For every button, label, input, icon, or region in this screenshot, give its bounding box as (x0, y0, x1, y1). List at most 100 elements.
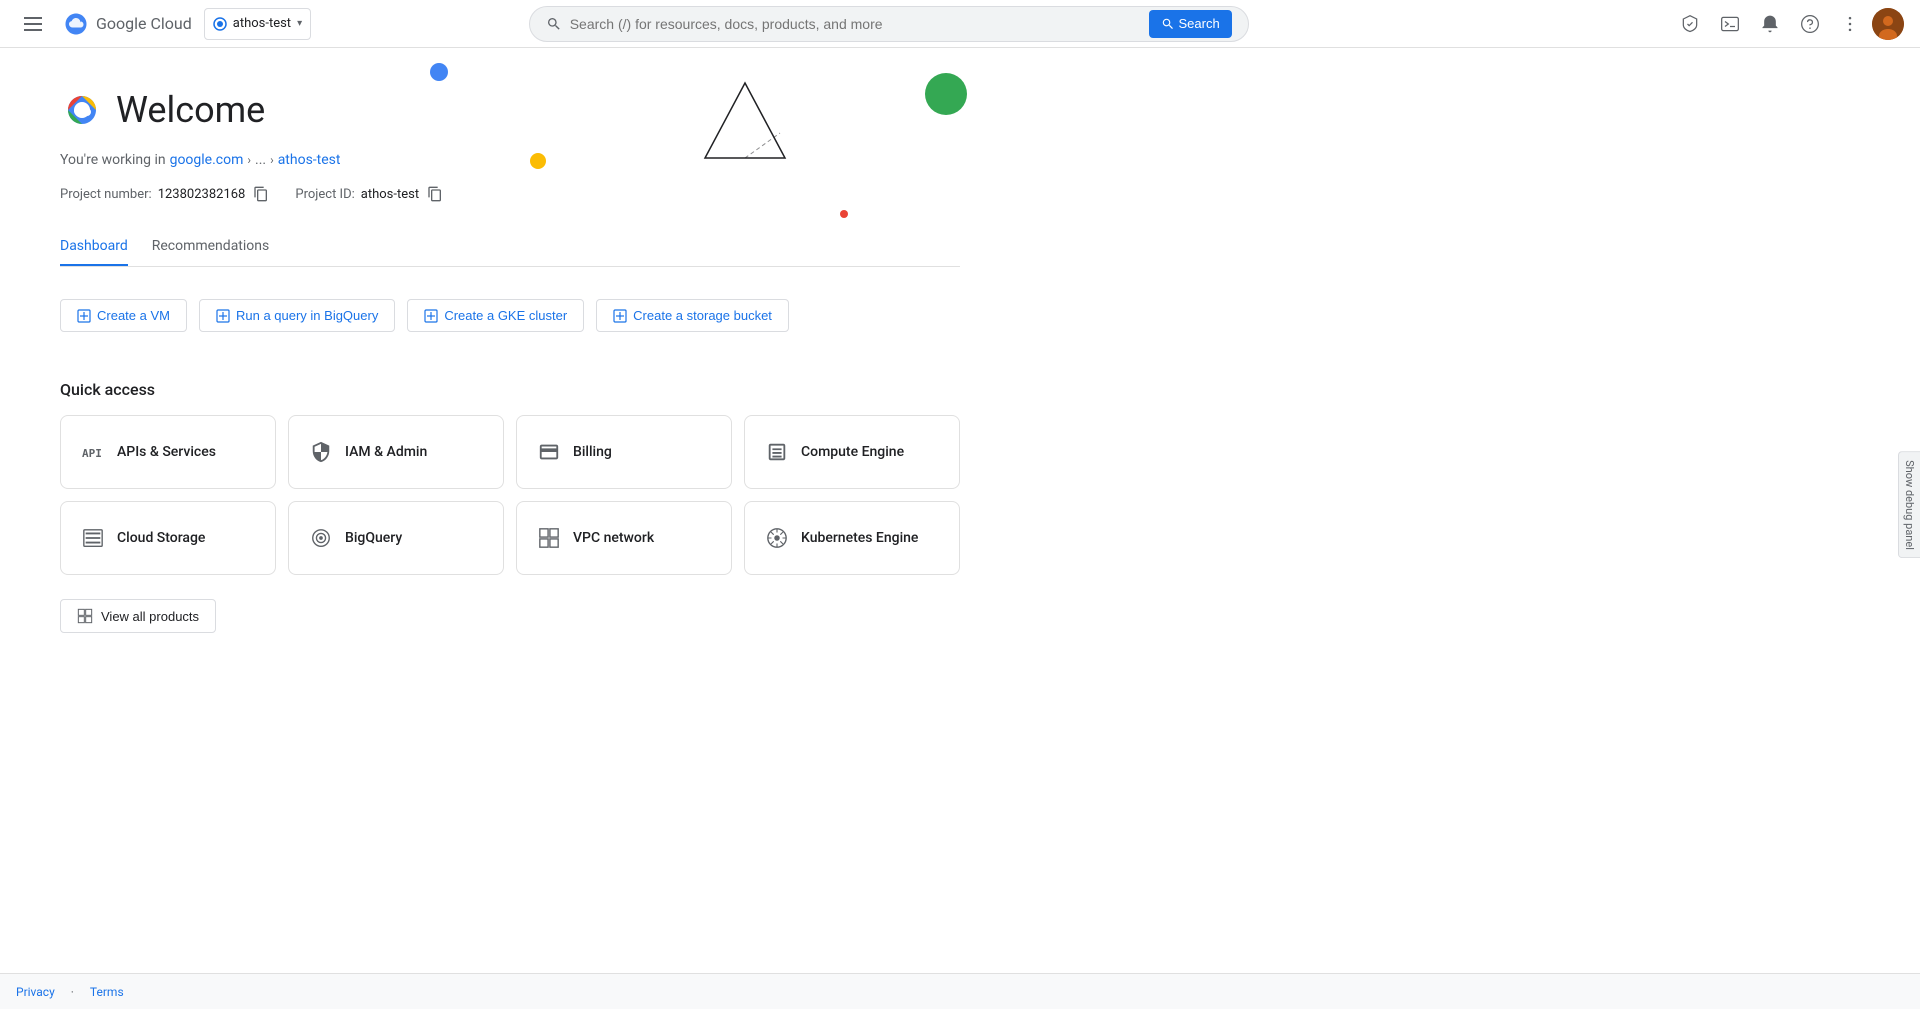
project-number-value: 123802382168 (158, 187, 246, 202)
chevron-down-icon: ▾ (297, 18, 302, 29)
run-query-icon (216, 309, 230, 323)
project-number-label: Project number: (60, 187, 152, 202)
search-input-wrap: Search (529, 6, 1249, 42)
welcome-heading: Welcome (116, 89, 265, 131)
breadcrumb-project-link[interactable]: athos-test (278, 152, 341, 168)
project-id-value: athos-test (361, 187, 419, 202)
breadcrumb-chevron-2: › (270, 153, 274, 167)
search-btn-icon (1161, 17, 1175, 31)
search-bar: Search (529, 6, 1249, 42)
breadcrumb-org-link[interactable]: google.com (170, 152, 244, 168)
card-compute-engine[interactable]: Compute Engine (744, 415, 960, 489)
cloud-shell-button[interactable] (1712, 6, 1748, 42)
billing-icon (537, 440, 561, 464)
create-storage-bucket-button[interactable]: Create a storage bucket (596, 299, 789, 332)
view-all-icon (77, 608, 93, 624)
search-input[interactable] (570, 16, 1141, 32)
google-cloud-text: Google Cloud (96, 14, 192, 33)
breadcrumb: You're working in google.com › ... › ath… (60, 152, 960, 168)
footer-privacy-link[interactable]: Privacy (16, 985, 55, 999)
copy-project-id-button[interactable] (425, 184, 445, 204)
quick-access-title: Quick access (60, 380, 960, 399)
welcome-title: Welcome (60, 88, 960, 132)
help-icon (1800, 14, 1820, 34)
welcome-section: Welcome You're working in google.com › .… (60, 88, 960, 633)
card-vpc-network[interactable]: VPC network (516, 501, 732, 575)
create-vm-icon (77, 309, 91, 323)
project-icon (213, 17, 227, 31)
help-button[interactable] (1792, 6, 1828, 42)
footer: Privacy · Terms (0, 973, 1920, 1009)
apis-services-icon: API (81, 440, 105, 464)
hamburger-menu-button[interactable] (16, 9, 50, 39)
vpc-network-icon (537, 526, 561, 550)
copy-icon-2 (427, 186, 443, 202)
create-vm-button[interactable]: Create a VM (60, 299, 187, 332)
tab-recommendations[interactable]: Recommendations (152, 228, 270, 266)
more-icon (1840, 14, 1860, 34)
breadcrumb-prefix: You're working in (60, 152, 166, 168)
create-gke-icon (424, 309, 438, 323)
card-kubernetes-engine[interactable]: Kubernetes Engine (744, 501, 960, 575)
quick-actions: Create a VM Run a query in BigQuery Crea… (60, 299, 960, 332)
copy-project-number-button[interactable] (251, 184, 271, 204)
bigquery-label: BigQuery (345, 530, 402, 546)
cloud-storage-label: Cloud Storage (117, 530, 205, 546)
breadcrumb-dots: ... (255, 152, 266, 168)
header-right (1672, 6, 1904, 42)
main-content: Welcome You're working in google.com › .… (0, 48, 1920, 1009)
project-selector[interactable]: athos-test ▾ (204, 8, 311, 40)
create-gke-cluster-button[interactable]: Create a GKE cluster (407, 299, 584, 332)
project-name: athos-test (233, 16, 291, 31)
header: Google Cloud athos-test ▾ Search (0, 0, 1920, 48)
header-left: Google Cloud athos-test ▾ (16, 8, 311, 40)
kubernetes-engine-label: Kubernetes Engine (801, 530, 918, 546)
compute-engine-icon (765, 440, 789, 464)
iam-admin-label: IAM & Admin (345, 444, 427, 460)
quick-access-grid: API APIs & Services IAM & Admin (60, 415, 960, 575)
svg-text:API: API (82, 447, 102, 460)
bell-icon (1760, 14, 1780, 34)
card-billing[interactable]: Billing (516, 415, 732, 489)
notifications-icon (1680, 14, 1700, 34)
card-apis-services[interactable]: API APIs & Services (60, 415, 276, 489)
tab-dashboard[interactable]: Dashboard (60, 228, 128, 266)
footer-separator: · (71, 985, 74, 999)
project-info: Project number: 123802382168 Project ID:… (60, 184, 960, 204)
debug-panel-tab[interactable]: Show debug panel (1898, 451, 1920, 559)
blue-circle-decoration (430, 63, 448, 81)
card-cloud-storage[interactable]: Cloud Storage (60, 501, 276, 575)
welcome-logo-icon (60, 88, 104, 132)
compute-engine-label: Compute Engine (801, 444, 904, 460)
bell-button[interactable] (1752, 6, 1788, 42)
project-id-label: Project ID: (295, 187, 354, 202)
card-iam-admin[interactable]: IAM & Admin (288, 415, 504, 489)
copy-icon-1 (253, 186, 269, 202)
search-icon (546, 16, 562, 32)
cloud-storage-icon (81, 526, 105, 550)
notifications-button[interactable] (1672, 6, 1708, 42)
tabs: Dashboard Recommendations (60, 228, 960, 267)
avatar-icon (1872, 8, 1904, 40)
cloud-shell-icon (1720, 14, 1740, 34)
footer-terms-link[interactable]: Terms (90, 985, 124, 999)
project-id-item: Project ID: athos-test (295, 184, 445, 204)
breadcrumb-chevron-1: › (247, 153, 251, 167)
card-bigquery[interactable]: BigQuery (288, 501, 504, 575)
more-button[interactable] (1832, 6, 1868, 42)
kubernetes-engine-icon (765, 526, 789, 550)
bigquery-icon (309, 526, 333, 550)
run-query-bigquery-button[interactable]: Run a query in BigQuery (199, 299, 395, 332)
google-cloud-logo-icon (62, 10, 90, 38)
search-button[interactable]: Search (1149, 10, 1232, 38)
iam-admin-icon (309, 440, 333, 464)
hamburger-icon (24, 17, 42, 31)
apis-services-label: APIs & Services (117, 444, 216, 460)
google-cloud-logo[interactable]: Google Cloud (62, 10, 192, 38)
billing-label: Billing (573, 444, 612, 460)
project-number-item: Project number: 123802382168 (60, 184, 271, 204)
view-all-products-button[interactable]: View all products (60, 599, 216, 633)
avatar[interactable] (1872, 8, 1904, 40)
vpc-network-label: VPC network (573, 530, 654, 546)
create-bucket-icon (613, 309, 627, 323)
